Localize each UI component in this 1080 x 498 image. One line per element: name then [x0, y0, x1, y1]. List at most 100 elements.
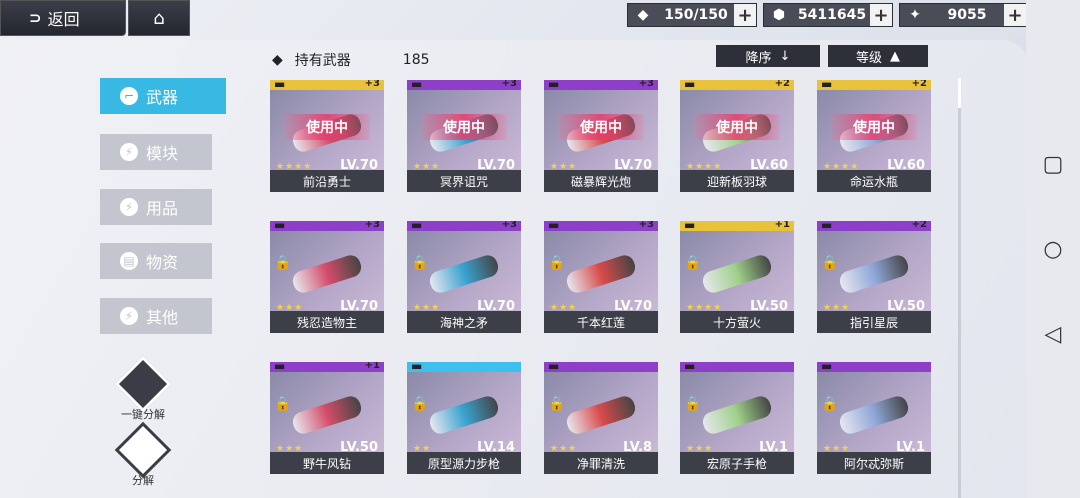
scrollbar[interactable] [958, 78, 961, 498]
weapon-card[interactable]: ▬ +2 使用中 ★★★★ LV.60 命运水瓶 [817, 80, 931, 192]
enhance-level: +3 [364, 80, 380, 89]
category-modules[interactable]: ⚡ 模块 [100, 134, 212, 170]
lock-icon[interactable]: 🔒 [274, 396, 291, 412]
weapon-card[interactable]: ▬ +3 使用中 ★★★★ LV.70 前沿勇士 [270, 80, 384, 192]
weapon-name: 净罪清洗 [544, 452, 658, 474]
enhance-level: +2 [911, 80, 927, 89]
rarity-stripe: ▬ +1 [680, 221, 794, 232]
scrollbar-thumb[interactable] [958, 78, 961, 108]
add-crystal-button[interactable]: + [870, 4, 892, 26]
bolt-icon: ⚡ [120, 307, 138, 325]
home-circle-icon[interactable]: ○ [1043, 237, 1062, 262]
weapon-card[interactable]: ▬ 🔒 ★★ LV.14 原型源力步枪 [407, 362, 521, 474]
lock-icon[interactable]: 🔒 [684, 255, 701, 271]
weapon-art-area: 🔒 ★★ LV.14 [407, 372, 521, 455]
category-other[interactable]: ⚡ 其他 [100, 298, 212, 334]
rarity-stripe: ▬ +2 [817, 80, 931, 91]
enhance-level: +3 [501, 221, 517, 230]
weapon-category-icon: ⌐ [120, 87, 138, 105]
weapon-image [290, 393, 364, 437]
weapon-art-area: 使用中 ★★★ LV.70 [407, 90, 521, 173]
inventory-header: ◆ 持有武器 185 [272, 50, 430, 70]
lock-icon[interactable]: 🔒 [548, 396, 565, 412]
weapon-art-area: 使用中 ★★★★ LV.70 [270, 90, 384, 173]
weapon-name: 海神之矛 [407, 311, 521, 333]
resource-stamina: ◆ 150/150 + [627, 3, 757, 27]
enhance-level: +1 [364, 362, 380, 371]
weapon-art-area: 🔒 ★★★ LV.8 [544, 372, 658, 455]
weapon-image [427, 393, 501, 437]
category-label: 其他 [146, 308, 179, 327]
weapon-card[interactable]: ▬ +3 使用中 ★★★ LV.70 磁暴辉光炮 [544, 80, 658, 192]
weapon-card[interactable]: ▬ +1 🔒 ★★★★ LV.50 十方萤火 [680, 221, 794, 333]
add-stamina-button[interactable]: + [734, 4, 756, 26]
weapon-name: 指引星辰 [817, 311, 931, 333]
weapon-card[interactable]: ▬ +2 🔒 ★★★ LV.50 指引星辰 [817, 221, 931, 333]
rarity-stripe: ▬ +3 [407, 80, 521, 91]
rarity-stripe: ▬ [817, 362, 931, 373]
back-button[interactable]: ⊃ 返回 [0, 0, 126, 36]
bolt-icon: ⚡ [120, 143, 138, 161]
weapon-card[interactable]: ▬ +2 使用中 ★★★★ LV.60 迎新板羽球 [680, 80, 794, 192]
weapon-image [564, 252, 638, 296]
weapon-art-area: 🔒 ★★★★ LV.50 [680, 231, 794, 314]
weapon-card[interactable]: ▬ +3 🔒 ★★★ LV.70 残忍造物主 [270, 221, 384, 333]
weapon-art-area: 🔒 ★★★ LV.50 [817, 231, 931, 314]
enhance-level: +1 [774, 221, 790, 230]
weapon-name: 宏原子手枪 [680, 452, 794, 474]
weapon-image [837, 252, 911, 296]
weapon-art-area: 🔒 ★★★ LV.70 [544, 231, 658, 314]
box-icon: ▤ [120, 252, 138, 270]
sort-key-button[interactable]: 等级 ▲ [828, 45, 928, 67]
category-items[interactable]: ⚡ 用品 [100, 189, 212, 225]
enhance-level: +2 [911, 221, 927, 230]
weapon-name: 磁暴辉光炮 [544, 170, 658, 192]
back-label: 返回 [47, 10, 80, 29]
weapon-name: 残忍造物主 [270, 311, 384, 333]
lock-icon[interactable]: 🔒 [274, 255, 291, 271]
purple-crystal-icon: ⬢ [772, 7, 786, 23]
category-supplies[interactable]: ▤ 物资 [100, 243, 212, 279]
weapon-art-area: 🔒 ★★★ LV.50 [270, 372, 384, 455]
decompose-button[interactable]: 分解 [108, 421, 178, 488]
enhance-level: +2 [774, 80, 790, 89]
back-arrow-icon: ⊃ [29, 9, 42, 27]
weapon-image [427, 252, 501, 296]
weapon-card[interactable]: ▬ 🔒 ★★★ LV.1 宏原子手枪 [680, 362, 794, 474]
lock-icon[interactable]: 🔒 [411, 255, 428, 271]
sort-down-icon: ↓ [779, 48, 791, 64]
add-diamond-button[interactable]: + [1004, 4, 1026, 26]
weapon-name: 原型源力步枪 [407, 452, 521, 474]
triangle-icon: ▲ [890, 48, 900, 64]
rarity-stripe: ▬ [680, 362, 794, 373]
lock-icon[interactable]: 🔒 [821, 396, 838, 412]
home-button[interactable]: ⌂ [128, 0, 190, 36]
weapon-card[interactable]: ▬ 🔒 ★★★ LV.1 阿尔忒弥斯 [817, 362, 931, 474]
rarity-stripe: ▬ [407, 362, 521, 373]
sort-order-button[interactable]: 降序 ↓ [716, 45, 820, 67]
weapon-card[interactable]: ▬ +3 🔒 ★★★ LV.70 千本红莲 [544, 221, 658, 333]
weapon-image [290, 252, 364, 296]
weapon-card[interactable]: ▬ 🔒 ★★★ LV.8 净罪清洗 [544, 362, 658, 474]
weapon-card[interactable]: ▬ +3 使用中 ★★★ LV.70 冥界诅咒 [407, 80, 521, 192]
weapon-art-area: 🔒 ★★★ LV.70 [407, 231, 521, 314]
resource-diamond: ✦ 9055 + [899, 3, 1027, 27]
weapon-name: 前沿勇士 [270, 170, 384, 192]
lock-icon[interactable]: 🔒 [411, 396, 428, 412]
lock-icon[interactable]: 🔒 [548, 255, 565, 271]
android-nav: ▢ ○ ◁ [1026, 0, 1080, 498]
lock-icon[interactable]: 🔒 [821, 255, 838, 271]
decompose-icon [114, 421, 172, 479]
weapon-card[interactable]: ▬ +3 🔒 ★★★ LV.70 海神之矛 [407, 221, 521, 333]
weapon-art-area: 🔒 ★★★ LV.70 [270, 231, 384, 314]
lock-icon[interactable]: 🔒 [684, 396, 701, 412]
category-weapons[interactable]: ⌐ 武器 [100, 78, 226, 114]
one-click-decompose-button[interactable]: 一键分解 [108, 355, 178, 422]
weapon-card[interactable]: ▬ +1 🔒 ★★★ LV.50 野牛风钻 [270, 362, 384, 474]
hexagon-icon [114, 355, 172, 413]
in-use-badge: 使用中 [284, 114, 370, 140]
category-label: 物资 [146, 253, 179, 272]
back-triangle-icon[interactable]: ◁ [1045, 322, 1062, 347]
recent-apps-icon[interactable]: ▢ [1043, 152, 1064, 177]
rarity-stripe: ▬ +3 [544, 80, 658, 91]
